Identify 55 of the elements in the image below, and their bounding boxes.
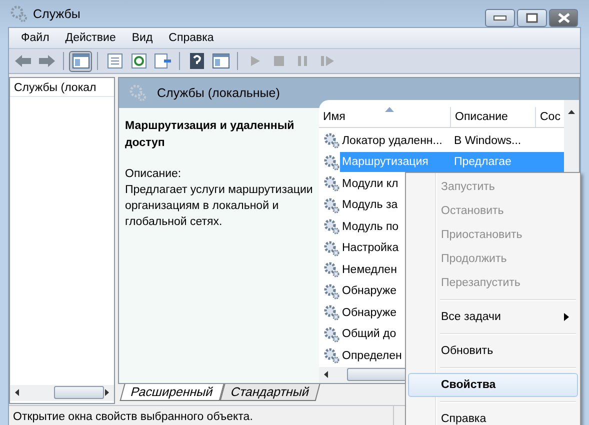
menu-item[interactable]: Все задачи [408,305,578,329]
table-cell-text: В Windows... [453,134,522,147]
table-cell: Маршрутизация [342,156,428,168]
status-text: Открытие окна свойств выбранного объекта. [12,410,254,422]
right-arrow-icon[interactable] [105,389,109,396]
menu-item[interactable]: Свойства [408,373,578,397]
gear-icon [323,326,340,343]
gears-icon [10,4,28,22]
gear-icon [323,132,340,150]
minimize-button[interactable] [485,9,515,27]
left-arrow-icon[interactable] [324,371,328,378]
gear-icon [323,282,340,300]
sort-arrow-icon [384,107,394,112]
minimize-icon [493,15,507,21]
column-header[interactable]: Имя [319,107,451,127]
table-cell: Общий до [342,328,396,340]
window-title: Службы [33,6,80,20]
menu-item[interactable]: Файл [13,32,58,44]
table-cell: Настройка [342,242,399,254]
gears-icon [129,84,147,102]
service-title: Маршрутизация и удаленный доступ [125,119,296,151]
pane-title: Службы (локальные) [157,86,280,100]
gear-icon [323,196,340,214]
close-icon [556,13,570,23]
menu-item[interactable]: Справка [408,407,578,425]
service-row[interactable]: Локатор удаленн... В Windows... [340,130,522,151]
menu-item[interactable]: Вид [124,32,161,44]
gear-icon [323,261,340,278]
column-header[interactable]: Сос [536,107,564,127]
close-button[interactable] [549,9,578,27]
description-label: Описание: [125,167,182,182]
gear-icon [323,175,340,192]
menu-item[interactable]: Обновить [408,339,578,363]
up-arrow-icon[interactable] [568,110,575,114]
gear-icon [323,240,340,257]
menu-item[interactable]: Справка [160,32,222,44]
gear-icon [323,347,340,364]
table-cell: Немедлен [342,264,397,276]
description-text: Предлагает услуги маршрутизации организациям в локальной и глобальной сетях. [125,183,314,230]
view-tab[interactable]: Расширенный [120,384,224,400]
console-tree-icon[interactable] [69,50,92,72]
maximize-icon [526,13,538,23]
submenu-arrow-icon [564,313,569,321]
table-cell: Локатор удаленн... [342,134,442,147]
column-header[interactable]: Описание [451,107,536,127]
menu-item[interactable]: Действие [57,32,124,44]
view-tab[interactable]: Стандартный [220,384,320,400]
maximize-button[interactable] [517,9,547,27]
horizontal-scrollbar[interactable] [10,384,114,400]
gear-icon [323,154,340,171]
gear-icon [323,218,340,236]
tree-item[interactable]: Службы (локал [10,80,114,97]
table-cell-text: Предлагае [453,156,512,168]
gear-icon [323,304,340,322]
left-arrow-icon[interactable] [15,389,19,396]
